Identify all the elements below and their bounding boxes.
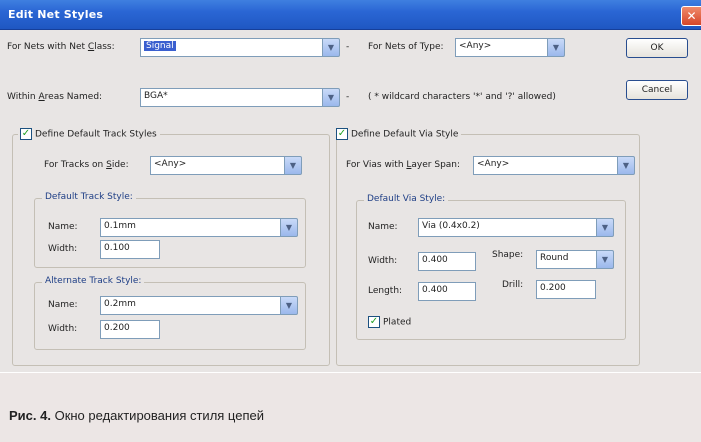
dash-separator: - (346, 42, 350, 52)
default-track-name-label: Name: (48, 222, 78, 232)
track-side-value: <Any> (150, 156, 284, 175)
net-class-label: For Nets with Net Class: (7, 42, 115, 52)
chevron-down-icon[interactable]: ▼ (617, 156, 635, 175)
define-via-style[interactable]: ✓ Define Default Via Style (334, 128, 462, 140)
via-span-combo[interactable]: <Any> ▼ (473, 156, 635, 175)
alt-track-width-input[interactable]: 0.200 (100, 320, 160, 339)
chevron-down-icon[interactable]: ▼ (284, 156, 302, 175)
via-span-label: For Vias with Layer Span: (346, 160, 461, 170)
chevron-down-icon[interactable]: ▼ (547, 38, 565, 57)
via-name-value: Via (0.4x0.2) (418, 218, 596, 237)
chevron-down-icon[interactable]: ▼ (280, 296, 298, 315)
alt-track-name-combo[interactable]: 0.2mm ▼ (100, 296, 298, 315)
figure-caption-text: Окно редактирования стиля цепей (50, 408, 264, 423)
title-bar[interactable]: Edit Net Styles ✕ (0, 0, 701, 30)
via-length-input[interactable]: 0.400 (418, 282, 476, 301)
default-track-name-value: 0.1mm (100, 218, 280, 237)
ok-button[interactable]: OK (626, 38, 688, 58)
plated-checkbox[interactable]: ✓ (368, 316, 380, 328)
track-side-label: For Tracks on Side: (44, 160, 129, 170)
via-shape-combo[interactable]: Round ▼ (536, 250, 614, 269)
dash-separator: - (346, 92, 350, 102)
via-width-label: Width: (368, 256, 398, 266)
chevron-down-icon[interactable]: ▼ (596, 218, 614, 237)
via-span-value: <Any> (473, 156, 617, 175)
close-button[interactable]: ✕ (681, 6, 701, 26)
close-icon: ✕ (686, 9, 697, 23)
track-side-combo[interactable]: <Any> ▼ (150, 156, 302, 175)
via-name-combo[interactable]: Via (0.4x0.2) ▼ (418, 218, 614, 237)
net-class-combo[interactable]: Signal ▼ (140, 38, 340, 57)
chevron-down-icon[interactable]: ▼ (322, 88, 340, 107)
wildcard-hint: ( * wildcard characters '*' and '?' allo… (368, 92, 556, 102)
net-class-value: Signal (144, 41, 176, 51)
default-track-style-title: Default Track Style: (42, 192, 136, 202)
via-shape-label: Shape: (492, 250, 524, 260)
chevron-down-icon[interactable]: ▼ (322, 38, 340, 57)
chevron-down-icon[interactable]: ▼ (596, 250, 614, 269)
figure-caption: Рис. 4. Окно редактирования стиля цепей (9, 408, 264, 423)
via-width-input[interactable]: 0.400 (418, 252, 476, 271)
default-via-style-title: Default Via Style: (364, 194, 449, 204)
via-shape-value: Round (536, 250, 596, 269)
areas-value: BGA* (140, 88, 322, 107)
plated-option[interactable]: ✓ Plated (368, 316, 411, 328)
via-drill-label: Drill: (502, 280, 524, 290)
default-track-width-label: Width: (48, 244, 78, 254)
define-track-checkbox[interactable]: ✓ (20, 128, 32, 140)
net-type-combo[interactable]: <Any> ▼ (455, 38, 565, 57)
window-title: Edit Net Styles (8, 8, 104, 21)
edit-net-styles-dialog: Edit Net Styles ✕ For Nets with Net Clas… (0, 0, 701, 372)
chevron-down-icon[interactable]: ▼ (280, 218, 298, 237)
net-type-value: <Any> (455, 38, 547, 57)
alt-track-width-label: Width: (48, 324, 78, 334)
via-length-label: Length: (368, 286, 403, 296)
alt-track-name-label: Name: (48, 300, 78, 310)
areas-combo[interactable]: BGA* ▼ (140, 88, 340, 107)
alternate-track-style-title: Alternate Track Style: (42, 276, 145, 286)
net-type-label: For Nets of Type: (368, 42, 444, 52)
via-drill-input[interactable]: 0.200 (536, 280, 596, 299)
default-track-name-combo[interactable]: 0.1mm ▼ (100, 218, 298, 237)
define-via-checkbox[interactable]: ✓ (336, 128, 348, 140)
via-name-label: Name: (368, 222, 398, 232)
define-track-styles[interactable]: ✓ Define Default Track Styles (18, 128, 160, 140)
figure-number: Рис. 4. (9, 408, 51, 423)
alternate-track-style-group (34, 282, 306, 350)
cancel-button[interactable]: Cancel (626, 80, 688, 100)
areas-label: Within Areas Named: (7, 92, 103, 102)
figure-caption-area: Рис. 4. Окно редактирования стиля цепей (0, 372, 701, 442)
alt-track-name-value: 0.2mm (100, 296, 280, 315)
default-track-width-input[interactable]: 0.100 (100, 240, 160, 259)
